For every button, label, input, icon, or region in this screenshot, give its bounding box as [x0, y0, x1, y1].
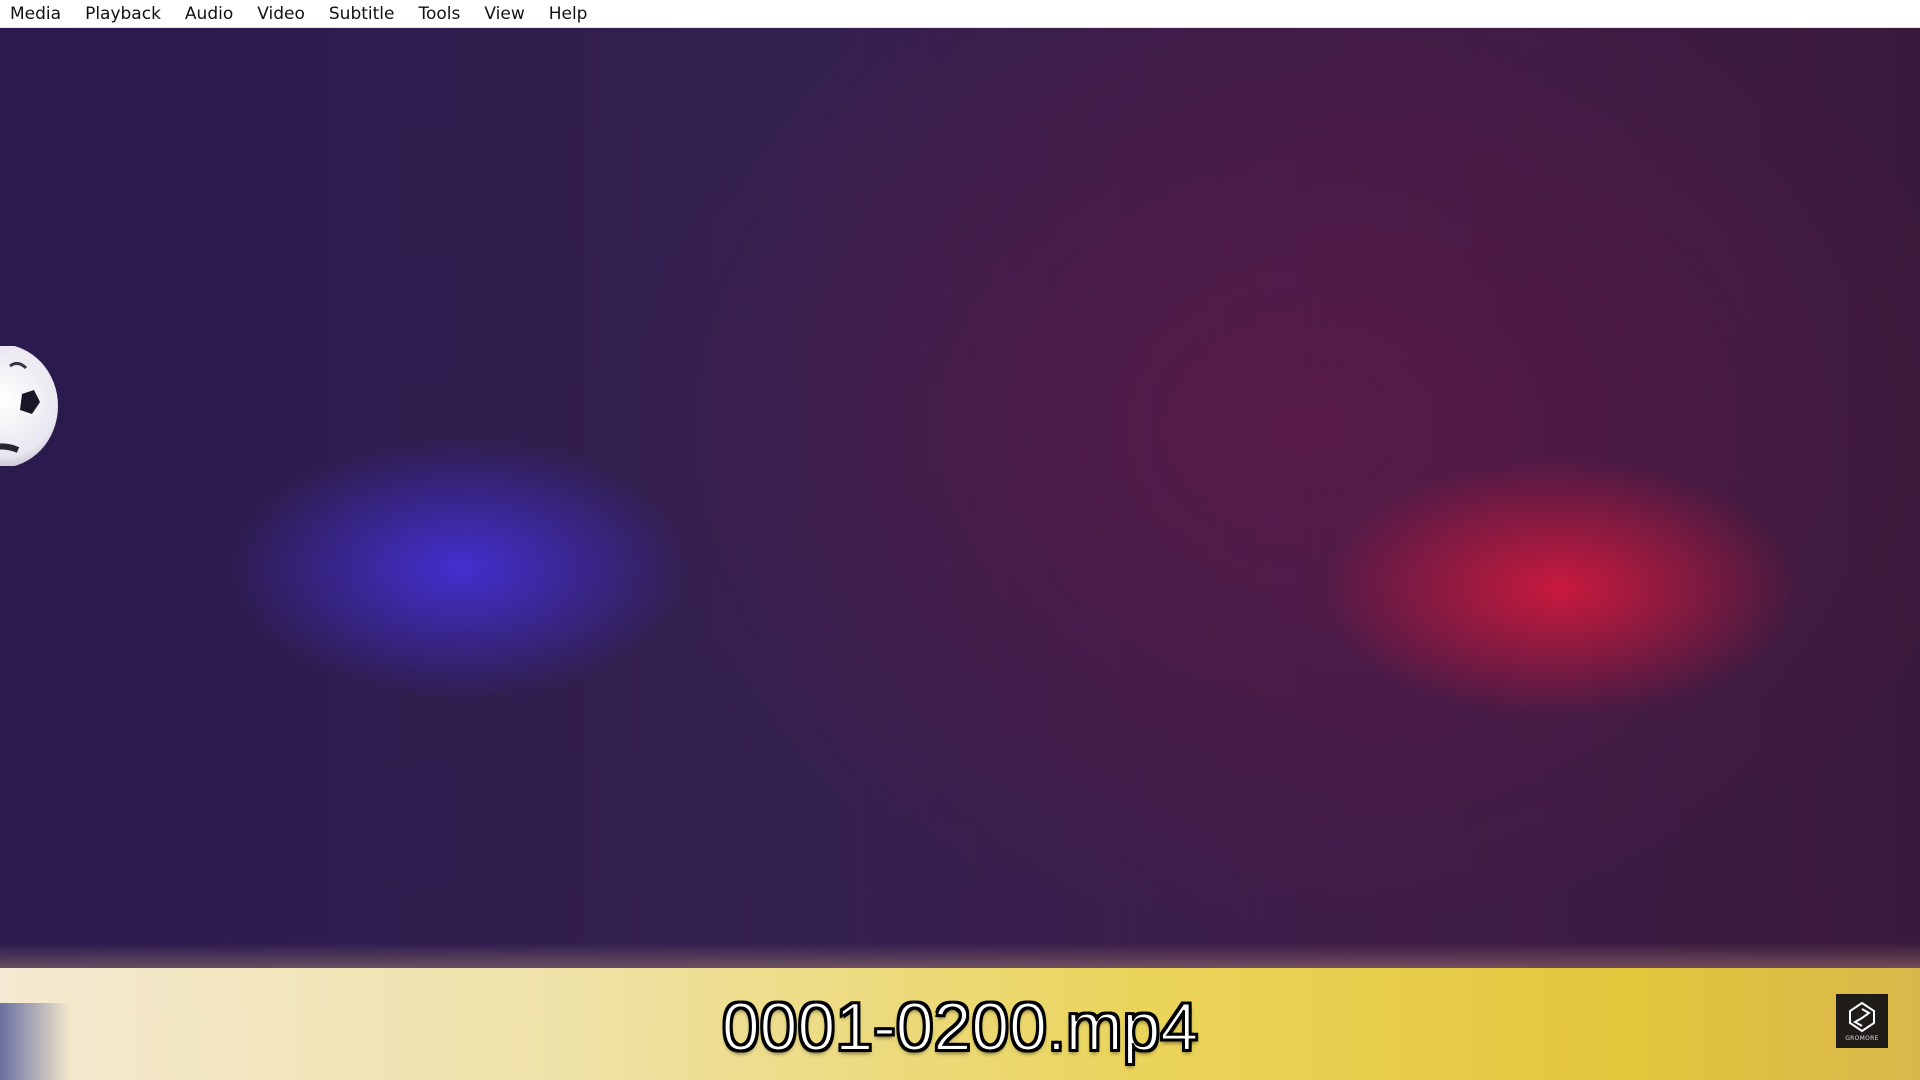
menu-help[interactable]: Help	[537, 0, 600, 28]
subtitle-text: 0001-0200.mp4	[721, 988, 1199, 1066]
menu-audio[interactable]: Audio	[173, 0, 245, 28]
logo-label: GROMORE	[1845, 1034, 1879, 1042]
menu-video[interactable]: Video	[245, 0, 317, 28]
menu-subtitle[interactable]: Subtitle	[317, 0, 407, 28]
gromore-logo-icon	[1849, 1001, 1875, 1032]
menu-view[interactable]: View	[472, 0, 536, 28]
soccer-ball-icon	[0, 346, 58, 466]
gromore-logo: GROMORE	[1836, 994, 1888, 1048]
menu-media[interactable]: Media	[0, 0, 73, 28]
menu-playback[interactable]: Playback	[73, 0, 173, 28]
menu-bar: Media Playback Audio Video Subtitle Tool…	[0, 0, 1920, 28]
video-display[interactable]: 0001-0200.mp4 GROMORE	[0, 28, 1920, 1080]
menu-tools[interactable]: Tools	[406, 0, 472, 28]
